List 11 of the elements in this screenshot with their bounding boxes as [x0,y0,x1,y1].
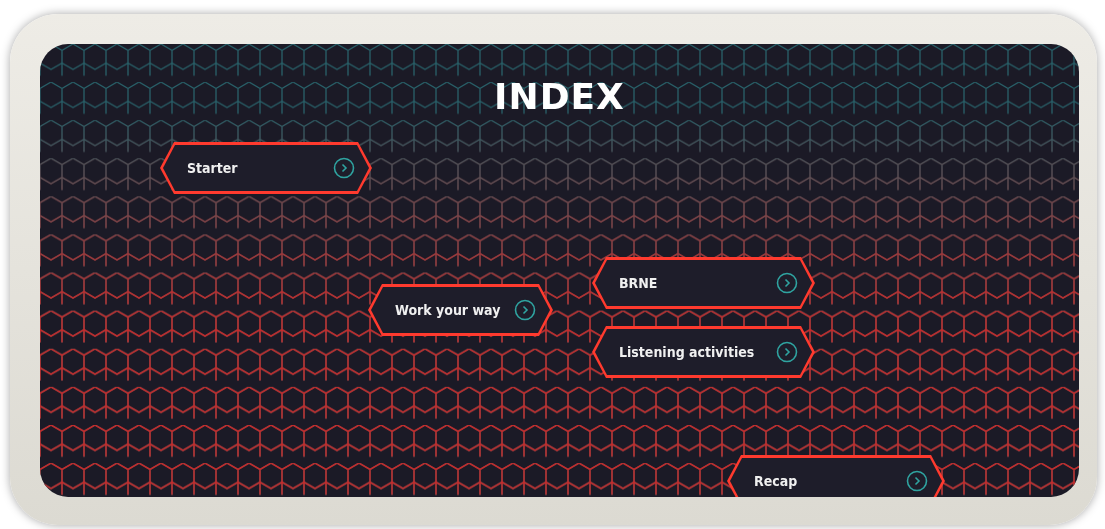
chevron-right-icon [776,272,798,294]
chevron-right-icon [333,157,355,179]
menu-button[interactable]: BRNE [592,257,815,309]
chevron-right-icon [906,470,928,492]
index-title: INDEX [493,76,626,117]
menu-button[interactable]: Work your way [368,284,553,336]
chevron-right-icon [776,341,798,363]
menu-button[interactable]: Starter [160,142,372,194]
chevron-right-icon [514,299,536,321]
menu-button[interactable]: Listening activities [592,326,815,378]
menu-button[interactable]: Recap [727,455,945,497]
